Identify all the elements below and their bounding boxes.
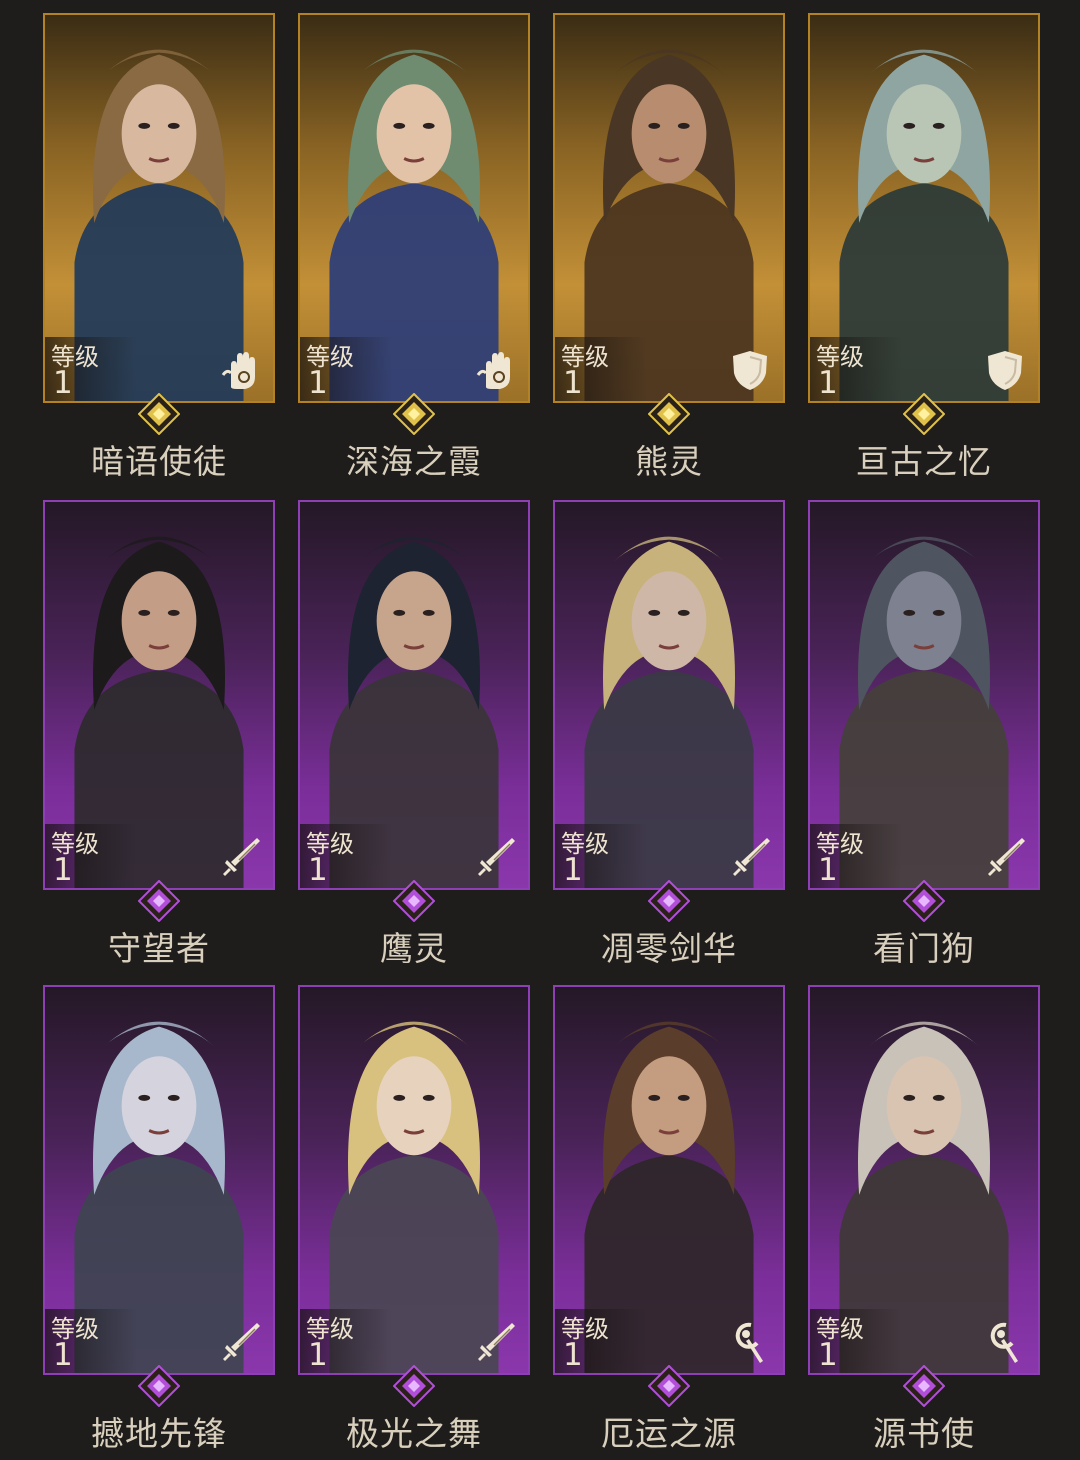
level-value: 1 bbox=[308, 365, 328, 401]
rarity-gem-icon bbox=[648, 393, 690, 435]
level-box: 等级 1 bbox=[45, 1309, 137, 1373]
hero-name: 凋零剑华 bbox=[601, 929, 737, 968]
rarity-gem-icon bbox=[648, 1365, 690, 1407]
level-value: 1 bbox=[308, 1337, 328, 1373]
level-value: 1 bbox=[818, 365, 838, 401]
hero-name: 深海之霞 bbox=[346, 442, 482, 481]
shield-icon bbox=[982, 347, 1028, 393]
rarity-gem-icon bbox=[393, 393, 435, 435]
hero-card[interactable]: 等级 1 深海之霞 bbox=[255, 13, 530, 488]
level-value: 1 bbox=[818, 852, 838, 888]
level-value: 1 bbox=[308, 852, 328, 888]
level-box: 等级 1 bbox=[555, 1309, 647, 1373]
hero-card-frame[interactable]: 等级 1 bbox=[808, 500, 1040, 890]
level-value: 1 bbox=[563, 852, 583, 888]
level-box: 等级 1 bbox=[555, 824, 647, 888]
hero-card-frame[interactable]: 等级 1 bbox=[808, 13, 1040, 403]
hero-name: 厄运之源 bbox=[601, 1414, 737, 1453]
hero-name: 守望者 bbox=[108, 929, 210, 968]
level-box: 等级 1 bbox=[810, 1309, 902, 1373]
level-box: 等级 1 bbox=[45, 337, 137, 401]
hero-card-frame[interactable]: 等级 1 bbox=[298, 500, 530, 890]
level-box: 等级 1 bbox=[555, 337, 647, 401]
level-box: 等级 1 bbox=[300, 337, 392, 401]
hero-name: 源书使 bbox=[873, 1414, 975, 1453]
hero-card-frame[interactable]: 等级 1 bbox=[298, 985, 530, 1375]
hero-card[interactable]: 等级 1 看门狗 bbox=[765, 500, 1040, 975]
rarity-gem-icon bbox=[903, 880, 945, 922]
level-value: 1 bbox=[53, 852, 73, 888]
level-box: 等级 1 bbox=[300, 1309, 392, 1373]
hero-name: 熊灵 bbox=[635, 442, 703, 481]
hero-card-frame[interactable]: 等级 1 bbox=[553, 13, 785, 403]
hero-card[interactable]: 等级 1 暗语使徒 bbox=[0, 13, 275, 488]
hero-card[interactable]: 等级 1 撼地先锋 bbox=[0, 985, 275, 1460]
level-box: 等级 1 bbox=[45, 824, 137, 888]
hero-name: 看门狗 bbox=[873, 929, 975, 968]
hero-name: 极光之舞 bbox=[346, 1414, 482, 1453]
level-value: 1 bbox=[53, 1337, 73, 1373]
hero-name: 撼地先锋 bbox=[91, 1414, 227, 1453]
level-value: 1 bbox=[563, 1337, 583, 1373]
hero-card[interactable]: 等级 1 厄运之源 bbox=[510, 985, 785, 1460]
staff-icon bbox=[982, 1319, 1028, 1365]
level-box: 等级 1 bbox=[810, 824, 902, 888]
hero-card[interactable]: 等级 1 凋零剑华 bbox=[510, 500, 785, 975]
hero-card[interactable]: 等级 1 极光之舞 bbox=[255, 985, 530, 1460]
hero-grid: 等级 1 暗语使徒 等级 1 深海之霞 等级 1 熊灵 等级 1 亘古之忆 等级 1 守望者 等级 1 鹰灵 等级 1… bbox=[0, 0, 1080, 1457]
hero-card-frame[interactable]: 等级 1 bbox=[43, 13, 275, 403]
hero-name: 暗语使徒 bbox=[91, 442, 227, 481]
hero-name: 鹰灵 bbox=[380, 929, 448, 968]
hero-card-frame[interactable]: 等级 1 bbox=[808, 985, 1040, 1375]
hero-card-frame[interactable]: 等级 1 bbox=[43, 985, 275, 1375]
rarity-gem-icon bbox=[903, 1365, 945, 1407]
rarity-gem-icon bbox=[138, 880, 180, 922]
rarity-gem-icon bbox=[138, 1365, 180, 1407]
level-box: 等级 1 bbox=[810, 337, 902, 401]
rarity-gem-icon bbox=[138, 393, 180, 435]
rarity-gem-icon bbox=[903, 393, 945, 435]
hero-name: 亘古之忆 bbox=[856, 442, 992, 481]
hero-card[interactable]: 等级 1 鹰灵 bbox=[255, 500, 530, 975]
level-value: 1 bbox=[563, 365, 583, 401]
rarity-gem-icon bbox=[648, 880, 690, 922]
level-value: 1 bbox=[53, 365, 73, 401]
level-box: 等级 1 bbox=[300, 824, 392, 888]
rarity-gem-icon bbox=[393, 880, 435, 922]
hero-card[interactable]: 等级 1 源书使 bbox=[765, 985, 1040, 1460]
hero-card[interactable]: 等级 1 熊灵 bbox=[510, 13, 785, 488]
level-value: 1 bbox=[818, 1337, 838, 1373]
sword-icon bbox=[982, 834, 1028, 880]
hero-card[interactable]: 等级 1 亘古之忆 bbox=[765, 13, 1040, 488]
rarity-gem-icon bbox=[393, 1365, 435, 1407]
hero-card-frame[interactable]: 等级 1 bbox=[553, 500, 785, 890]
hero-card-frame[interactable]: 等级 1 bbox=[43, 500, 275, 890]
hero-card-frame[interactable]: 等级 1 bbox=[553, 985, 785, 1375]
hero-card[interactable]: 等级 1 守望者 bbox=[0, 500, 275, 975]
hero-card-frame[interactable]: 等级 1 bbox=[298, 13, 530, 403]
